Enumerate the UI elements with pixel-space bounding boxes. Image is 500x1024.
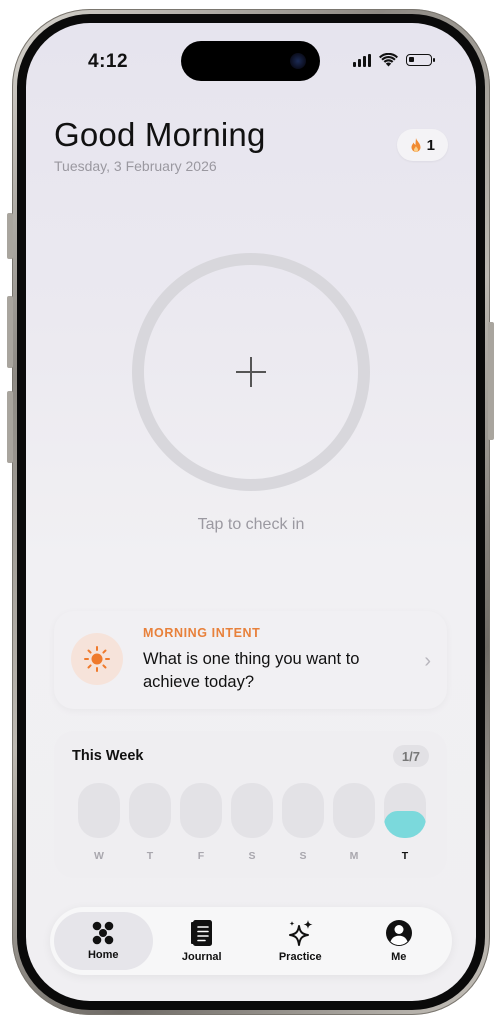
day-letter: M [349, 850, 359, 862]
sun-icon [71, 633, 123, 685]
power-button [488, 322, 494, 440]
morning-intent-card[interactable]: MORNING INTENT What is one thing you wan… [54, 611, 447, 709]
day-letter: T [401, 850, 409, 862]
day-column[interactable]: T [384, 783, 426, 862]
this-week-card: This Week 1/7 W T F S S M T [54, 731, 447, 878]
day-pill [129, 783, 171, 838]
journal-icon [190, 920, 212, 946]
tab-label: Journal [181, 951, 222, 963]
tab-journal[interactable]: Journal [153, 912, 252, 970]
tab-label: Practice [278, 951, 322, 963]
volume-down-button [7, 391, 13, 463]
day-column[interactable]: W [78, 783, 120, 862]
day-column[interactable]: T [129, 783, 171, 862]
volume-up-button [7, 296, 13, 368]
week-progress-badge: 1/7 [392, 745, 429, 767]
profile-icon [385, 920, 412, 946]
day-letter: S [299, 850, 307, 862]
tab-label: Me [391, 951, 407, 963]
day-column[interactable]: S [231, 783, 273, 862]
day-letter: W [94, 850, 104, 862]
day-column[interactable]: M [333, 783, 375, 862]
day-letter: S [248, 850, 256, 862]
greeting-title: Good Morning [54, 116, 266, 153]
tab-me[interactable]: Me [350, 912, 449, 970]
wifi-icon [379, 53, 398, 67]
day-pill [78, 783, 120, 838]
check-in-button[interactable] [132, 253, 370, 491]
week-title: This Week [72, 748, 144, 764]
tab-bar: Home Journal Practice Me [50, 907, 452, 975]
action-button [7, 213, 13, 259]
chevron-right-icon: › [424, 650, 431, 672]
day-column[interactable]: F [180, 783, 222, 862]
status-time: 4:12 [88, 51, 129, 72]
plus-icon [236, 357, 266, 387]
day-pill [231, 783, 273, 838]
check-in-label: Tap to check in [197, 516, 305, 533]
day-letter: T [146, 850, 154, 862]
date-label: Tuesday, 3 February 2026 [54, 158, 217, 174]
week-days: W T F S S M T [78, 783, 426, 862]
intent-question: What is one thing you want to achieve to… [143, 650, 360, 691]
camera-icon [290, 53, 306, 69]
tab-practice[interactable]: Practice [251, 912, 350, 970]
battery-icon [406, 54, 435, 66]
streak-badge[interactable]: 1 [396, 129, 448, 161]
streak-count: 1 [426, 136, 435, 154]
day-pill [333, 783, 375, 838]
intent-tag: MORNING INTENT [143, 626, 261, 640]
app-screen: 4:12 Good Morning Tuesday, 3 February 20… [26, 23, 476, 1001]
battery-fill [409, 57, 414, 62]
cellular-signal-icon [353, 53, 371, 67]
tab-label: Home [87, 949, 119, 961]
flame-icon [411, 137, 421, 152]
day-column[interactable]: S [282, 783, 324, 862]
dynamic-island [181, 41, 320, 81]
day-pill [384, 783, 426, 838]
sparkles-icon [289, 920, 313, 946]
day-letter: F [197, 850, 205, 862]
day-pill [180, 783, 222, 838]
day-pill [282, 783, 324, 838]
tab-home[interactable]: Home [54, 912, 153, 970]
status-icons [353, 53, 435, 67]
home-flower-icon [92, 921, 114, 945]
